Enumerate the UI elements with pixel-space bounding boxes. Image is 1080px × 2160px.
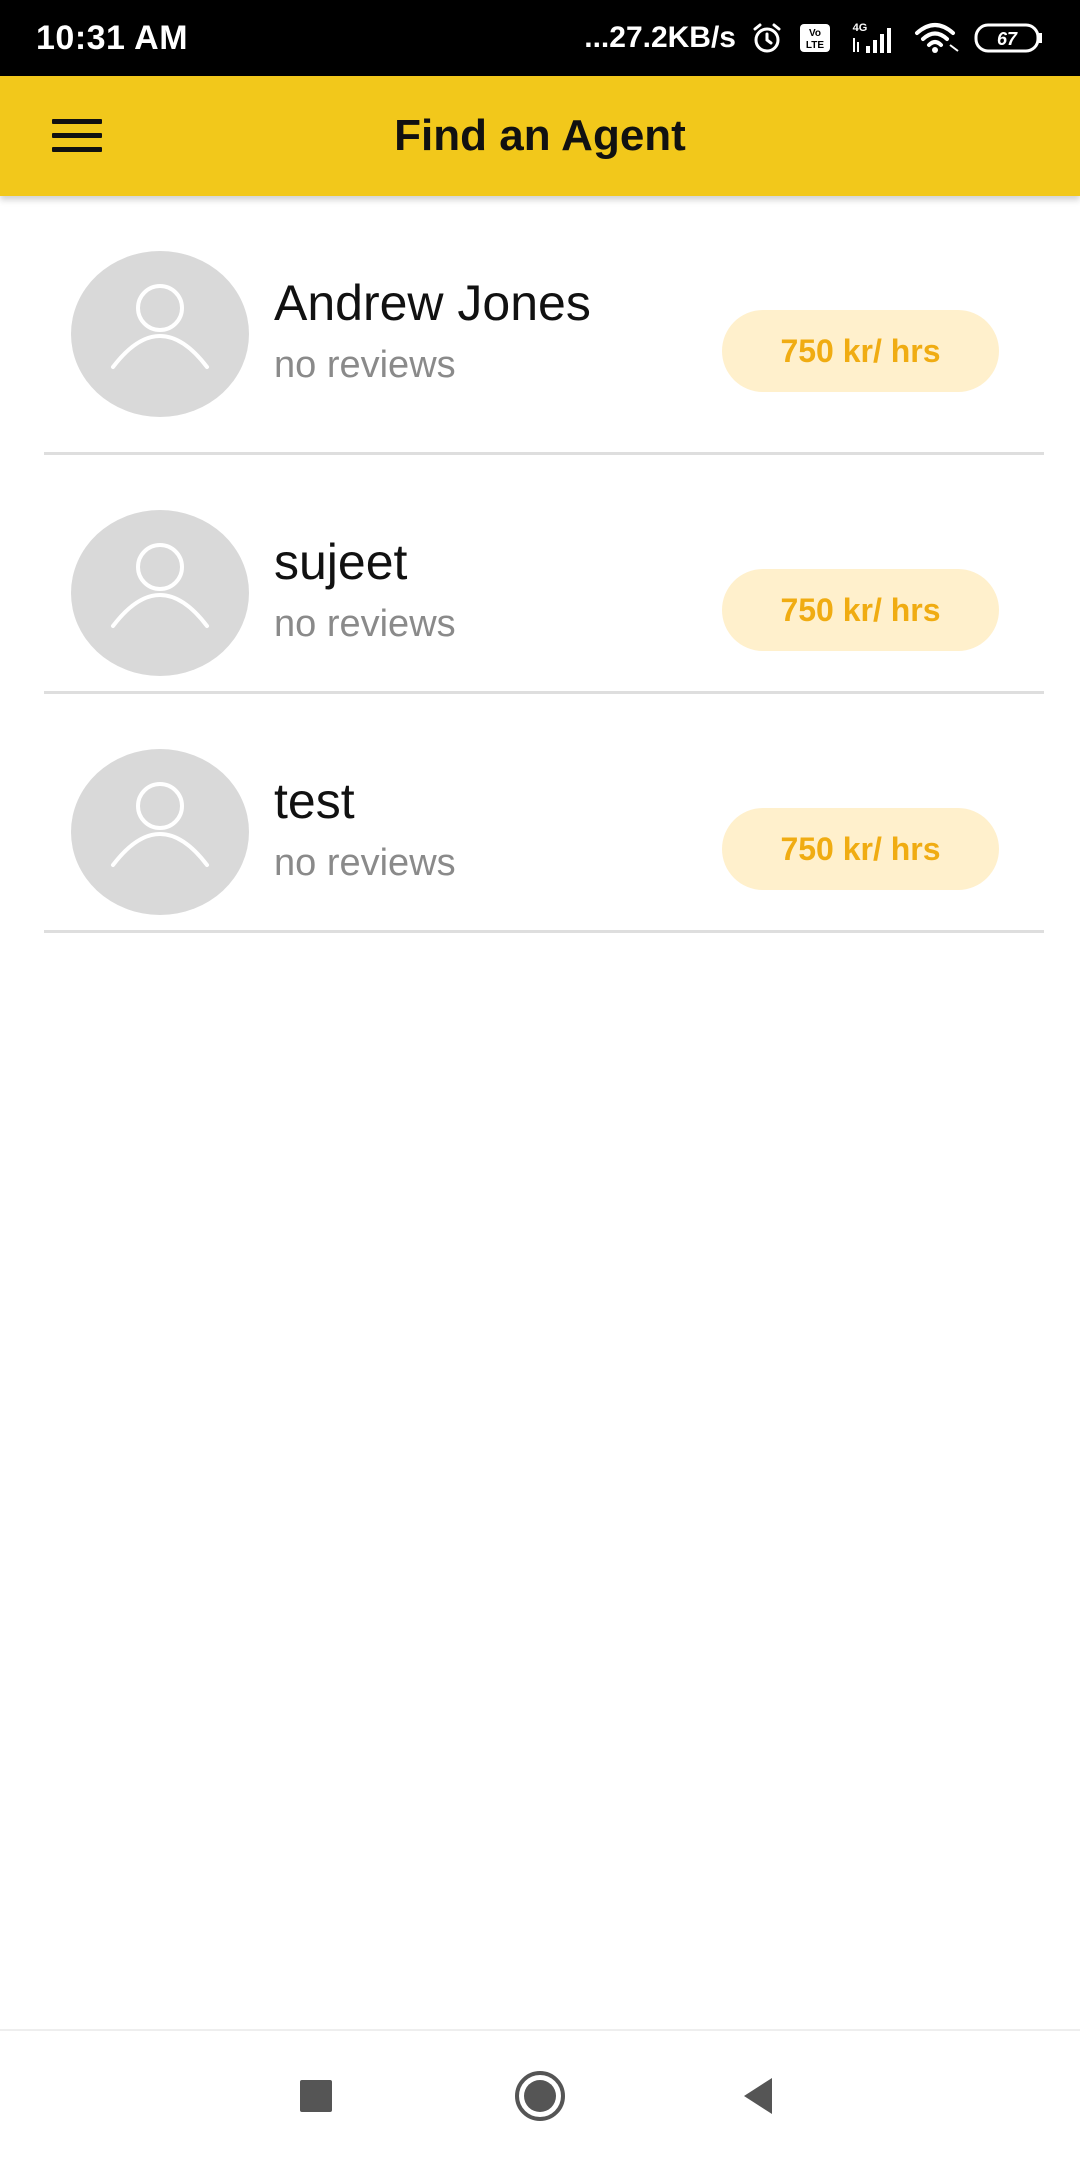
back-triangle-icon[interactable] <box>738 2074 782 2118</box>
menu-button[interactable] <box>32 100 122 172</box>
svg-text:LTE: LTE <box>806 40 824 51</box>
back-button[interactable] <box>720 2056 800 2136</box>
app-bar: Find an Agent <box>0 76 1080 196</box>
agent-name: test <box>274 773 355 829</box>
agent-list: Andrew Jones no reviews 750 kr/ hrs suje… <box>44 196 1044 933</box>
status-icons: ...27.2KB/s Vo LTE 4G 67 <box>584 20 1044 56</box>
rate-badge: 750 kr/ hrs <box>722 569 999 651</box>
agent-name: sujeet <box>274 534 408 590</box>
battery-icon: 67 <box>974 22 1044 54</box>
system-nav-bar <box>0 2029 1080 2160</box>
home-button[interactable] <box>500 2056 580 2136</box>
recents-square-icon[interactable] <box>296 2076 336 2116</box>
avatar-placeholder-icon <box>71 251 249 417</box>
volte-icon: Vo LTE <box>798 21 832 55</box>
page-title: Find an Agent <box>394 111 686 160</box>
alarm-icon <box>750 21 784 55</box>
agent-reviews: no reviews <box>274 603 456 645</box>
wifi-icon <box>914 21 960 55</box>
svg-text:Vo: Vo <box>809 28 821 39</box>
avatar-placeholder-icon <box>71 749 249 915</box>
recents-button[interactable] <box>276 2056 356 2136</box>
avatar-placeholder-icon <box>71 510 249 676</box>
battery-level: 67 <box>997 29 1018 49</box>
agent-list-item[interactable]: test no reviews 750 kr/ hrs <box>44 694 1044 933</box>
home-circle-icon[interactable] <box>512 2068 568 2124</box>
rate-badge: 750 kr/ hrs <box>722 808 999 890</box>
agent-list-item[interactable]: sujeet no reviews 750 kr/ hrs <box>44 455 1044 694</box>
network-speed: ...27.2KB/s <box>584 21 736 54</box>
status-bar: 10:31 AM ...27.2KB/s Vo LTE 4G 67 <box>0 0 1080 76</box>
status-time: 10:31 AM <box>36 18 189 57</box>
hamburger-menu-icon[interactable] <box>51 116 103 156</box>
rate-badge: 750 kr/ hrs <box>722 310 999 392</box>
agent-name: Andrew Jones <box>274 275 591 331</box>
agent-reviews: no reviews <box>274 344 456 386</box>
svg-text:4G: 4G <box>853 22 868 34</box>
signal-icon: 4G <box>846 20 900 56</box>
agent-list-item[interactable]: Andrew Jones no reviews 750 kr/ hrs <box>44 196 1044 455</box>
agent-reviews: no reviews <box>274 842 456 884</box>
